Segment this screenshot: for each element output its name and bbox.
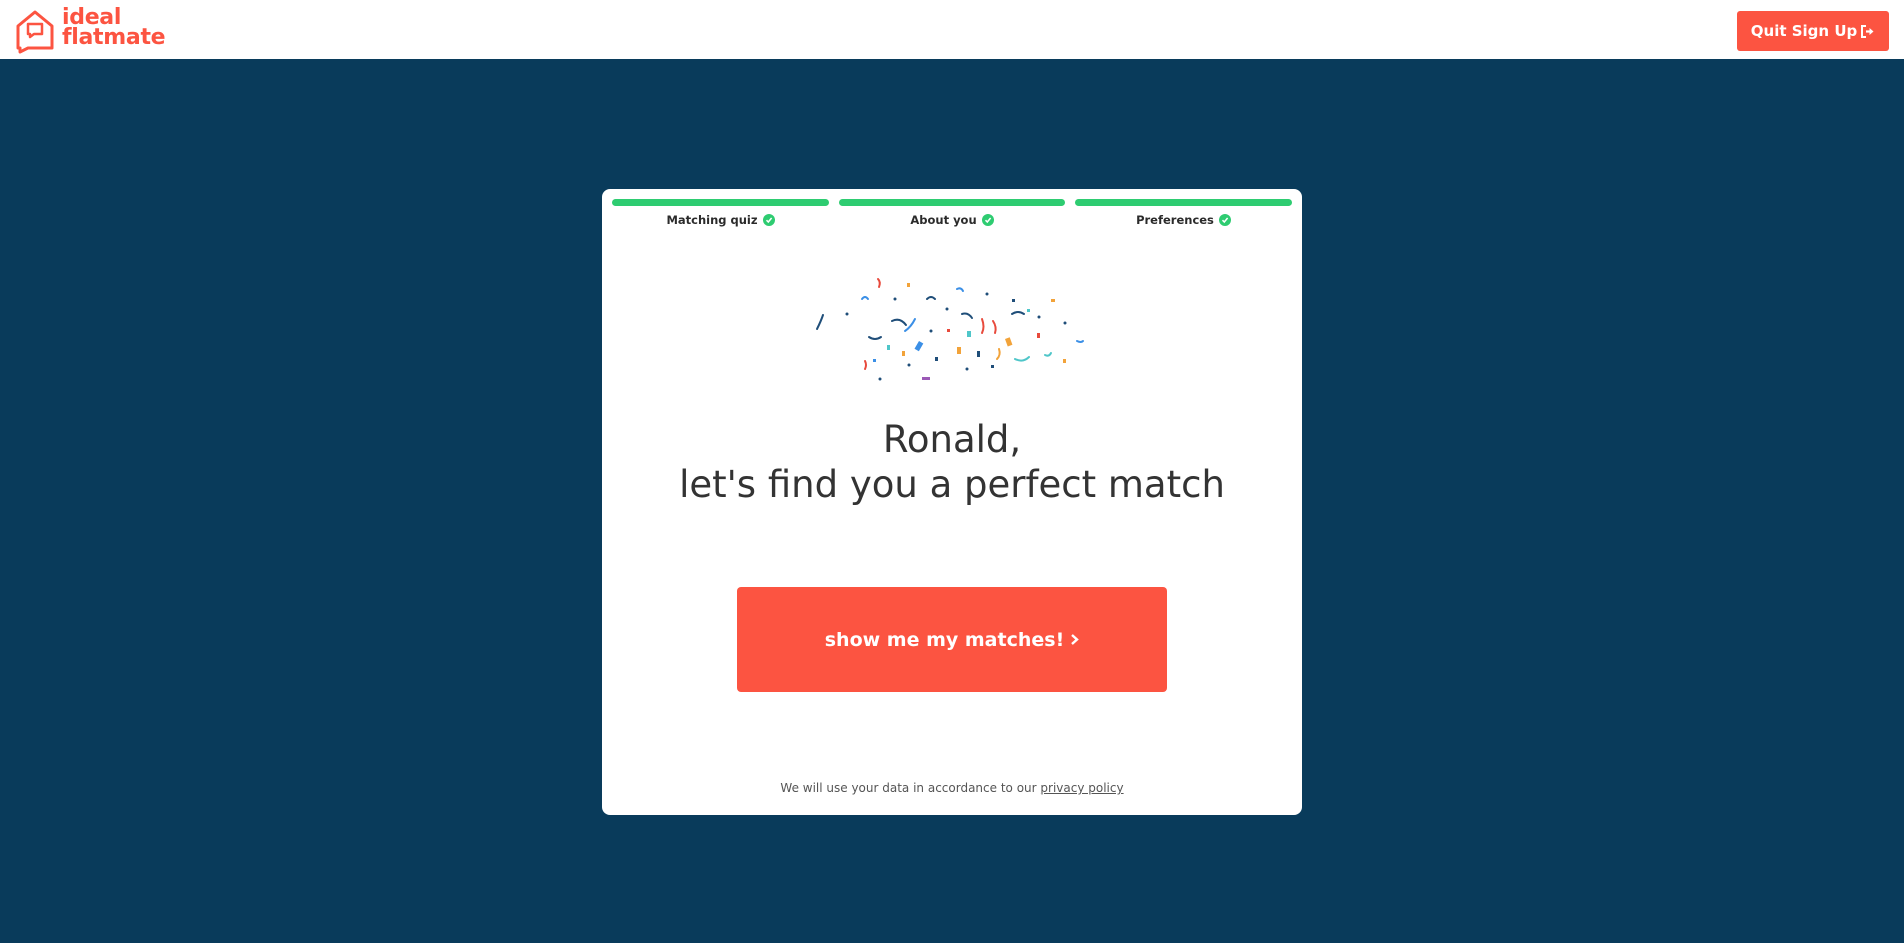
privacy-notice-text: We will use your data in accordance to o… [780, 781, 1037, 795]
signup-complete-card: Matching quiz About you Preferences Rona… [602, 189, 1302, 815]
progress-steps: Matching quiz About you Preferences [612, 199, 1292, 227]
quit-sign-up-label: Quit Sign Up [1750, 22, 1858, 40]
show-matches-button[interactable]: show me my matches! [737, 587, 1167, 692]
show-matches-label: show me my matches! [824, 628, 1065, 651]
step-label: Preferences [1136, 213, 1214, 227]
quit-sign-up-button[interactable]: Quit Sign Up [1737, 11, 1889, 51]
logo-line-flatmate: flatmate [62, 25, 166, 50]
top-navigation-bar: ideal flatmate Quit Sign Up [0, 0, 1904, 59]
step-matching-quiz: Matching quiz [612, 199, 829, 227]
logo-wordmark: ideal flatmate [62, 7, 166, 50]
step-progress-bar [612, 199, 829, 206]
greeting-headline: Ronald, let's find you a perfect match [602, 417, 1302, 507]
check-circle-icon [762, 214, 775, 226]
step-preferences: Preferences [1075, 199, 1292, 227]
step-progress-bar [1075, 199, 1292, 206]
privacy-notice: We will use your data in accordance to o… [602, 781, 1302, 795]
ideal-flatmate-logo[interactable]: ideal flatmate [14, 7, 166, 54]
step-progress-bar [839, 199, 1065, 206]
privacy-policy-link[interactable]: privacy policy [1040, 781, 1123, 795]
step-about-you: About you [839, 199, 1065, 227]
check-circle-icon [981, 214, 994, 226]
check-circle-icon [1218, 214, 1231, 226]
step-label: About you [910, 213, 977, 227]
greeting-tagline: let's find you a perfect match [679, 463, 1225, 506]
confetti-illustration [816, 278, 1084, 381]
step-label: Matching quiz [666, 213, 758, 227]
sign-out-icon [1861, 24, 1874, 38]
house-chat-logo-icon [16, 10, 54, 54]
greeting-name: Ronald, [882, 418, 1022, 461]
chevron-right-icon [1071, 634, 1080, 645]
